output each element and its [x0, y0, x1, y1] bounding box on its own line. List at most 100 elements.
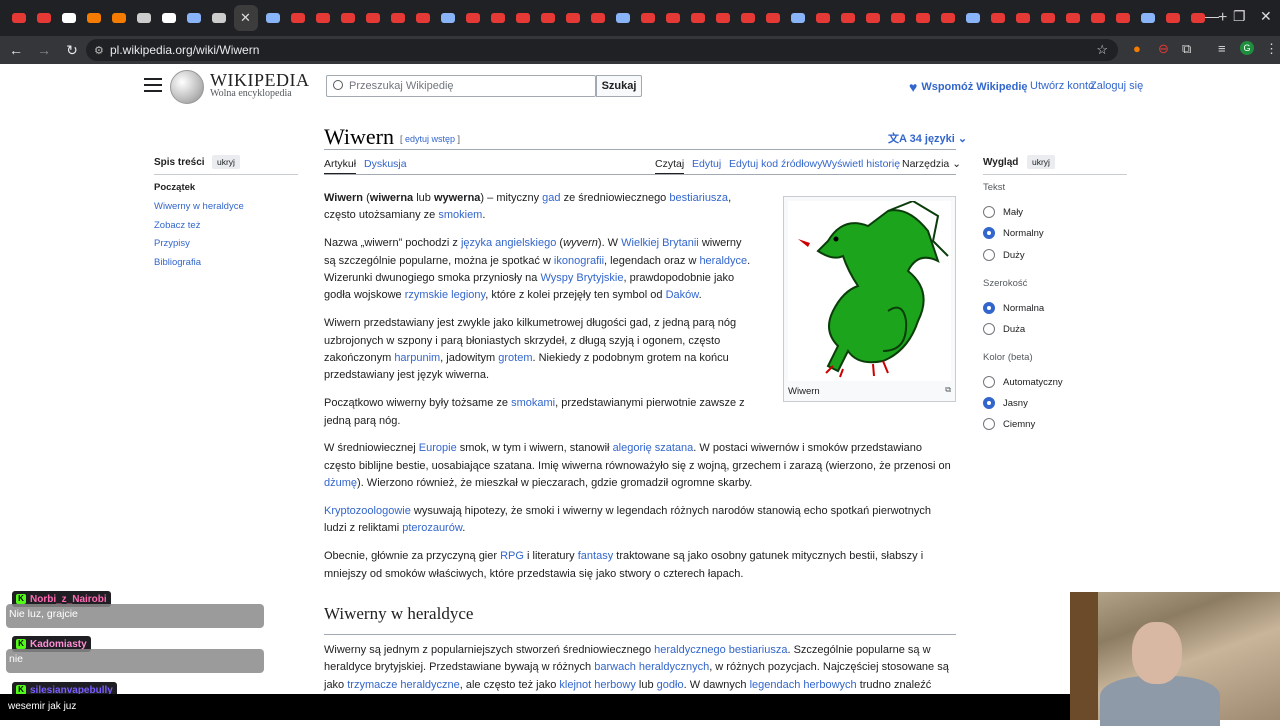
toc-hide-button[interactable]: ukryj: [212, 155, 240, 169]
search-button[interactable]: Szukaj: [596, 75, 642, 97]
browser-tab[interactable]: [838, 8, 858, 28]
browser-tab[interactable]: [913, 8, 933, 28]
radio-text-small[interactable]: Mały: [983, 206, 1023, 218]
back-icon[interactable]: ←: [4, 42, 28, 58]
main-menu-icon[interactable]: [144, 78, 162, 92]
create-account-link[interactable]: Utwórz konto: [1030, 80, 1094, 92]
browser-tab[interactable]: [413, 8, 433, 28]
browser-tab[interactable]: [1138, 8, 1158, 28]
radio-color-auto[interactable]: Automatyczny: [983, 376, 1063, 388]
tab-favicon-icon: [865, 13, 880, 23]
toc-item-heraldry[interactable]: Wiwerny w heraldyce: [154, 201, 244, 212]
close-window-icon[interactable]: ✕: [1260, 8, 1272, 25]
browser-tab[interactable]: [763, 8, 783, 28]
browser-tab[interactable]: [363, 8, 383, 28]
browser-tab[interactable]: [513, 8, 533, 28]
login-link[interactable]: Zaloguj się: [1090, 80, 1143, 92]
browser-tab[interactable]: [9, 8, 29, 28]
browser-tab[interactable]: [663, 8, 683, 28]
radio-text-large[interactable]: Duży: [983, 249, 1025, 261]
browser-tab[interactable]: [34, 8, 54, 28]
browser-tab[interactable]: [788, 8, 808, 28]
radio-color-dark[interactable]: Ciemny: [983, 418, 1035, 430]
browser-tab[interactable]: [338, 8, 358, 28]
browser-tab[interactable]: [963, 8, 983, 28]
search-input[interactable]: Przeszukaj Wikipedię: [326, 75, 596, 97]
browser-tab[interactable]: [613, 8, 633, 28]
tab-favicon-icon: [840, 13, 855, 23]
browser-tab[interactable]: [134, 8, 154, 28]
browser-tab[interactable]: [813, 8, 833, 28]
close-tab-icon[interactable]: ✕: [240, 10, 251, 26]
bookmark-star-icon[interactable]: ☆: [1096, 42, 1108, 58]
tab-favicon-icon: [111, 13, 126, 23]
browser-tab[interactable]: [438, 8, 458, 28]
browser-tab[interactable]: [1013, 8, 1033, 28]
tab-edit[interactable]: Edytuj: [692, 158, 721, 170]
browser-tab[interactable]: [463, 8, 483, 28]
tab-read[interactable]: Czytaj: [655, 158, 685, 175]
browser-tab[interactable]: [184, 8, 204, 28]
wikipedia-globe-icon[interactable]: [170, 70, 204, 104]
toc-item-see-also[interactable]: Zobacz też: [154, 220, 200, 231]
browser-tab[interactable]: [938, 8, 958, 28]
tab-edit-source[interactable]: Edytuj kod źródłowy: [729, 158, 822, 170]
tab-favicon-icon: [515, 13, 530, 23]
site-info-icon[interactable]: ⚙: [94, 44, 104, 57]
color-label: Kolor (beta): [983, 352, 1033, 363]
browser-tab[interactable]: [1163, 8, 1183, 28]
language-selector[interactable]: 文A 34 języki ⌄: [888, 130, 967, 146]
browser-tab[interactable]: [988, 8, 1008, 28]
browser-menu-icon[interactable]: ⋮: [1265, 41, 1278, 57]
browser-tab[interactable]: [588, 8, 608, 28]
active-tab[interactable]: ✕: [233, 5, 258, 31]
appearance-hide-button[interactable]: ukryj: [1027, 155, 1055, 169]
radio-color-light[interactable]: Jasny: [983, 397, 1028, 409]
toc-item-bibliography[interactable]: Bibliografia: [154, 257, 201, 268]
tab-history[interactable]: Wyświetl historię: [822, 158, 900, 170]
extension-icon[interactable]: ⊖: [1158, 41, 1169, 57]
radio-width-normal[interactable]: Normalna: [983, 302, 1044, 314]
browser-tab[interactable]: [1038, 8, 1058, 28]
browser-tab[interactable]: [84, 8, 104, 28]
browser-tab[interactable]: [638, 8, 658, 28]
tab-discussion[interactable]: Dyskusja: [364, 158, 407, 170]
radio-width-wide[interactable]: Duża: [983, 323, 1025, 335]
browser-tab[interactable]: [538, 8, 558, 28]
browser-tab[interactable]: [59, 8, 79, 28]
browser-tab[interactable]: [109, 8, 129, 28]
browser-tab[interactable]: [863, 8, 883, 28]
browser-tab[interactable]: [159, 8, 179, 28]
browser-tab[interactable]: [1113, 8, 1133, 28]
browser-tab[interactable]: [388, 8, 408, 28]
edit-intro-link[interactable]: [ edytuj wstęp ]: [400, 134, 460, 144]
tab-article[interactable]: Artykuł: [324, 158, 357, 175]
minimize-icon[interactable]: —: [1205, 8, 1219, 24]
browser-tab[interactable]: [713, 8, 733, 28]
profile-avatar[interactable]: G: [1240, 41, 1254, 55]
extensions-puzzle-icon[interactable]: ⧉: [1182, 41, 1191, 57]
browser-tab[interactable]: [313, 8, 333, 28]
browser-tab[interactable]: [1088, 8, 1108, 28]
browser-tab[interactable]: [263, 8, 283, 28]
reload-icon[interactable]: ↻: [60, 42, 84, 59]
browser-tab[interactable]: [563, 8, 583, 28]
donate-link[interactable]: ♥ Wspomóż Wikipedię: [909, 79, 1028, 95]
forward-icon[interactable]: →: [32, 42, 56, 58]
toc-item-start[interactable]: Początek: [154, 182, 195, 193]
browser-tab[interactable]: [888, 8, 908, 28]
media-control-icon[interactable]: ≡: [1218, 41, 1226, 56]
radio-text-normal[interactable]: Normalny: [983, 227, 1044, 239]
browser-tab[interactable]: [488, 8, 508, 28]
browser-tab[interactable]: [288, 8, 308, 28]
new-tab-icon[interactable]: +: [1218, 9, 1227, 27]
toc-item-footnotes[interactable]: Przypisy: [154, 238, 190, 249]
restore-icon[interactable]: ❐: [1233, 8, 1246, 25]
extension-icon[interactable]: ●: [1133, 41, 1141, 56]
address-bar[interactable]: ⚙ pl.wikipedia.org/wiki/Wiwern ☆: [86, 39, 1118, 61]
browser-tab[interactable]: [688, 8, 708, 28]
tab-tools[interactable]: Narzędzia ⌄: [902, 158, 961, 170]
browser-tab[interactable]: [1063, 8, 1083, 28]
browser-tab[interactable]: [209, 8, 229, 28]
browser-tab[interactable]: [738, 8, 758, 28]
